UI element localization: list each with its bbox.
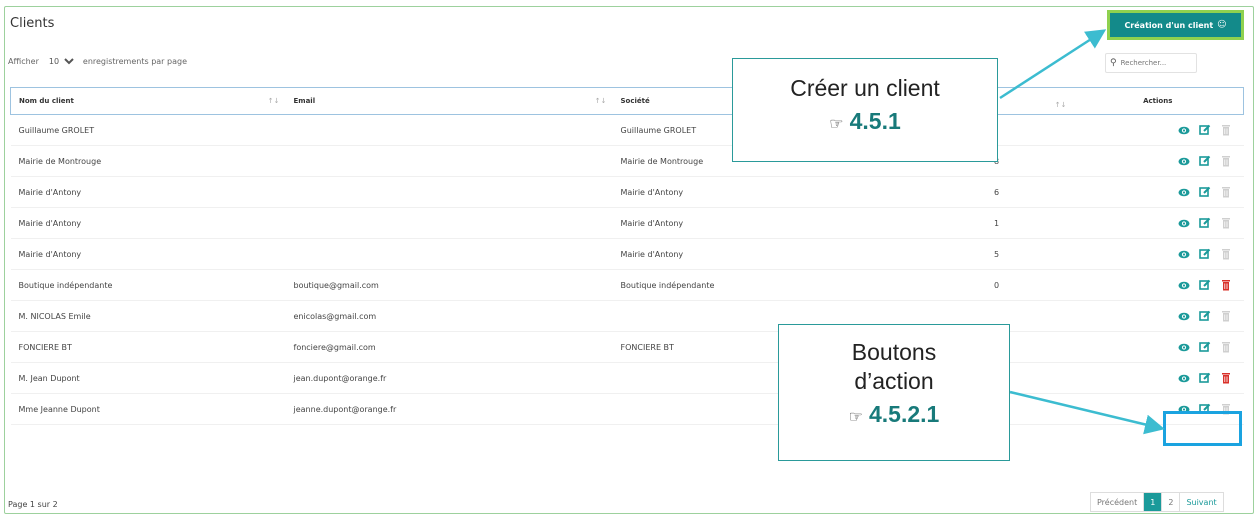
callout-text-line2: d’action bbox=[854, 368, 934, 394]
callout-ref: 4.5.2.1 bbox=[869, 401, 940, 427]
action-buttons-callout: Boutons d’action ☞ 4.5.2.1 bbox=[778, 324, 1010, 461]
pointing-hand-icon: ☞ bbox=[848, 409, 863, 426]
callout-ref: 4.5.1 bbox=[849, 108, 901, 134]
pointing-hand-icon: ☞ bbox=[829, 116, 844, 133]
callout-arrows bbox=[999, 29, 1165, 435]
actions-callout-arrow bbox=[1009, 390, 1165, 435]
callout-text-line1: Boutons bbox=[851, 339, 937, 365]
create-client-callout: Créer un client ☞ 4.5.1 bbox=[732, 58, 998, 162]
create-callout-arrow bbox=[999, 29, 1107, 100]
callout-text: Créer un client bbox=[790, 75, 940, 101]
